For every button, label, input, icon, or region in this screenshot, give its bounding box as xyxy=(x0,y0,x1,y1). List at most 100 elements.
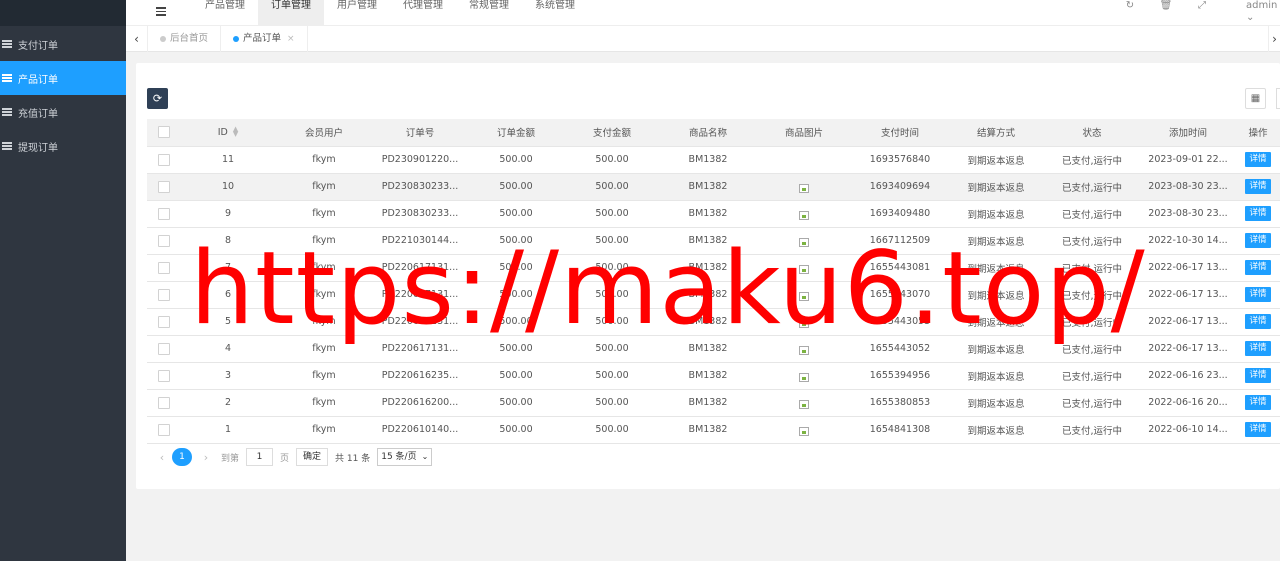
cell-added: 2022-06-17 13... xyxy=(1140,308,1236,336)
sidebar-item[interactable]: 提现订单 xyxy=(0,129,126,163)
cell-status: 已支付,运行中 xyxy=(1044,389,1140,417)
chevron-right-icon[interactable]: › xyxy=(1268,26,1280,52)
detail-button[interactable]: 详情 xyxy=(1245,368,1271,383)
detail-button[interactable]: 详情 xyxy=(1245,287,1271,302)
cell-pay_time: 1655380853 xyxy=(852,389,948,417)
cell-paid: 500.00 xyxy=(564,362,660,390)
cell-action: 详情 xyxy=(1236,227,1280,255)
row-checkbox[interactable] xyxy=(157,369,170,382)
page-tab[interactable]: 后台首页 xyxy=(148,26,222,52)
close-icon[interactable]: × xyxy=(287,26,295,52)
cell-user: fkym xyxy=(276,362,372,390)
page-input[interactable]: 1 xyxy=(246,448,274,466)
broken-image-icon xyxy=(799,346,809,355)
refresh-icon[interactable]: ↻ xyxy=(1112,0,1148,12)
cell-action: 详情 xyxy=(1236,200,1280,228)
select-all-checkbox[interactable] xyxy=(157,126,170,139)
user-menu[interactable]: admin ⌄ xyxy=(1220,0,1280,24)
sidebar-item[interactable]: 支付订单 xyxy=(0,27,126,61)
cell-amount: 500.00 xyxy=(468,146,564,174)
row-checkbox[interactable] xyxy=(157,342,170,355)
detail-button[interactable]: 详情 xyxy=(1245,233,1271,248)
cell-status: 已支付,运行中 xyxy=(1044,416,1140,444)
top-nav-item[interactable]: 代理管理 xyxy=(390,0,456,26)
cell-paid: 500.00 xyxy=(564,416,660,444)
page-unit-label: 页 xyxy=(280,453,290,464)
row-checkbox[interactable] xyxy=(157,396,170,409)
row-select-cell xyxy=(147,416,180,444)
cell-user: fkym xyxy=(276,146,372,174)
row-checkbox[interactable] xyxy=(157,153,170,166)
row-checkbox[interactable] xyxy=(157,423,170,436)
fullscreen-icon[interactable]: ⤢ xyxy=(1184,0,1220,12)
top-nav-item[interactable]: 订单管理 xyxy=(258,0,324,26)
cell-added: 2022-06-17 13... xyxy=(1140,254,1236,282)
row-checkbox[interactable] xyxy=(157,234,170,247)
columns-toggle-icon[interactable]: ▦ xyxy=(1245,88,1266,109)
cell-product: BM1382 xyxy=(660,416,756,444)
page-size-value: 15 条/页 xyxy=(381,452,417,462)
column-header: 订单号 xyxy=(372,119,468,147)
detail-button[interactable]: 详情 xyxy=(1245,260,1271,275)
sort-icon[interactable]: ▲ ▼ xyxy=(233,126,238,138)
cell-image xyxy=(756,362,852,390)
chevron-left-icon[interactable]: ‹ xyxy=(126,26,148,52)
column-header: 商品图片 xyxy=(756,119,852,147)
cell-image xyxy=(756,146,852,174)
row-checkbox[interactable] xyxy=(157,315,170,328)
row-select-cell xyxy=(147,389,180,417)
row-checkbox[interactable] xyxy=(157,288,170,301)
row-checkbox[interactable] xyxy=(157,207,170,220)
list-icon xyxy=(2,40,12,48)
column-header: ID ▲ ▼ xyxy=(180,119,276,147)
cell-pay_time: 1693576840 xyxy=(852,146,948,174)
cell-amount: 500.00 xyxy=(468,416,564,444)
column-header: 订单金额 xyxy=(468,119,564,147)
page-tab-label: 产品订单 xyxy=(243,33,282,44)
toolbar-extra-button[interactable] xyxy=(1276,88,1280,109)
sidebar-item[interactable]: 产品订单 xyxy=(0,61,126,95)
table-header-row: ID ▲ ▼ 会员用户 订单号 订单金额 支付金额 商品名称 商品图片 支付时间 结算方式 状态 添加时… xyxy=(147,119,1280,147)
cell-user: fkym xyxy=(276,389,372,417)
table-row: 10 fkym PD230830233... 500.00 500.00 BM1382 16… xyxy=(147,173,1280,201)
page-tab[interactable]: 产品订单 × xyxy=(221,26,308,52)
cell-order_no: PD220616235... xyxy=(372,362,468,390)
trash-icon[interactable]: 🗑 xyxy=(1148,0,1184,12)
page-next-icon[interactable]: › xyxy=(198,451,214,464)
cell-added: 2022-06-10 14... xyxy=(1140,416,1236,444)
column-header-label: 添加时间 xyxy=(1168,128,1207,140)
top-nav-item[interactable]: 用户管理 xyxy=(324,0,390,26)
table-refresh-button[interactable]: ⟳ xyxy=(147,88,168,109)
column-header-label: ID xyxy=(217,126,228,138)
sidebar-item-label: 提现订单 xyxy=(18,142,58,154)
row-select-cell xyxy=(147,308,180,336)
detail-button[interactable]: 详情 xyxy=(1245,422,1271,437)
sidebar-item-label: 充值订单 xyxy=(18,108,58,120)
row-select-cell xyxy=(147,146,180,174)
sidebar-item[interactable]: 充值订单 xyxy=(0,95,126,129)
cell-product: BM1382 xyxy=(660,362,756,390)
detail-button[interactable]: 详情 xyxy=(1245,206,1271,221)
column-header-label: 商品名称 xyxy=(688,128,727,140)
top-nav-item[interactable]: 产品管理 xyxy=(192,0,258,26)
menu-fold-icon[interactable] xyxy=(156,7,166,18)
detail-button[interactable]: 详情 xyxy=(1245,341,1271,356)
broken-image-icon xyxy=(799,427,809,436)
goto-confirm-button[interactable]: 确定 xyxy=(296,448,329,466)
detail-button[interactable]: 详情 xyxy=(1245,179,1271,194)
cell-settle: 到期返本返息 xyxy=(948,200,1044,228)
top-nav-item[interactable]: 常规管理 xyxy=(456,0,522,26)
detail-button[interactable]: 详情 xyxy=(1245,314,1271,329)
row-checkbox[interactable] xyxy=(157,180,170,193)
page-size-select[interactable]: 15 条/页 ⌄ xyxy=(377,448,433,466)
column-header-label: 支付金额 xyxy=(592,128,631,140)
page-current[interactable]: 1 xyxy=(172,448,192,466)
tab-dot-icon xyxy=(233,36,240,42)
page-prev-icon[interactable]: ‹ xyxy=(154,451,170,464)
row-checkbox[interactable] xyxy=(157,261,170,274)
page-tabs-bar: ‹ 后台首页 产品订单 × › xyxy=(126,26,1280,52)
detail-button[interactable]: 详情 xyxy=(1245,395,1271,410)
detail-button[interactable]: 详情 xyxy=(1245,152,1271,167)
top-nav-item[interactable]: 系统管理 xyxy=(522,0,588,26)
cell-status: 已支付,运行中 xyxy=(1044,200,1140,228)
